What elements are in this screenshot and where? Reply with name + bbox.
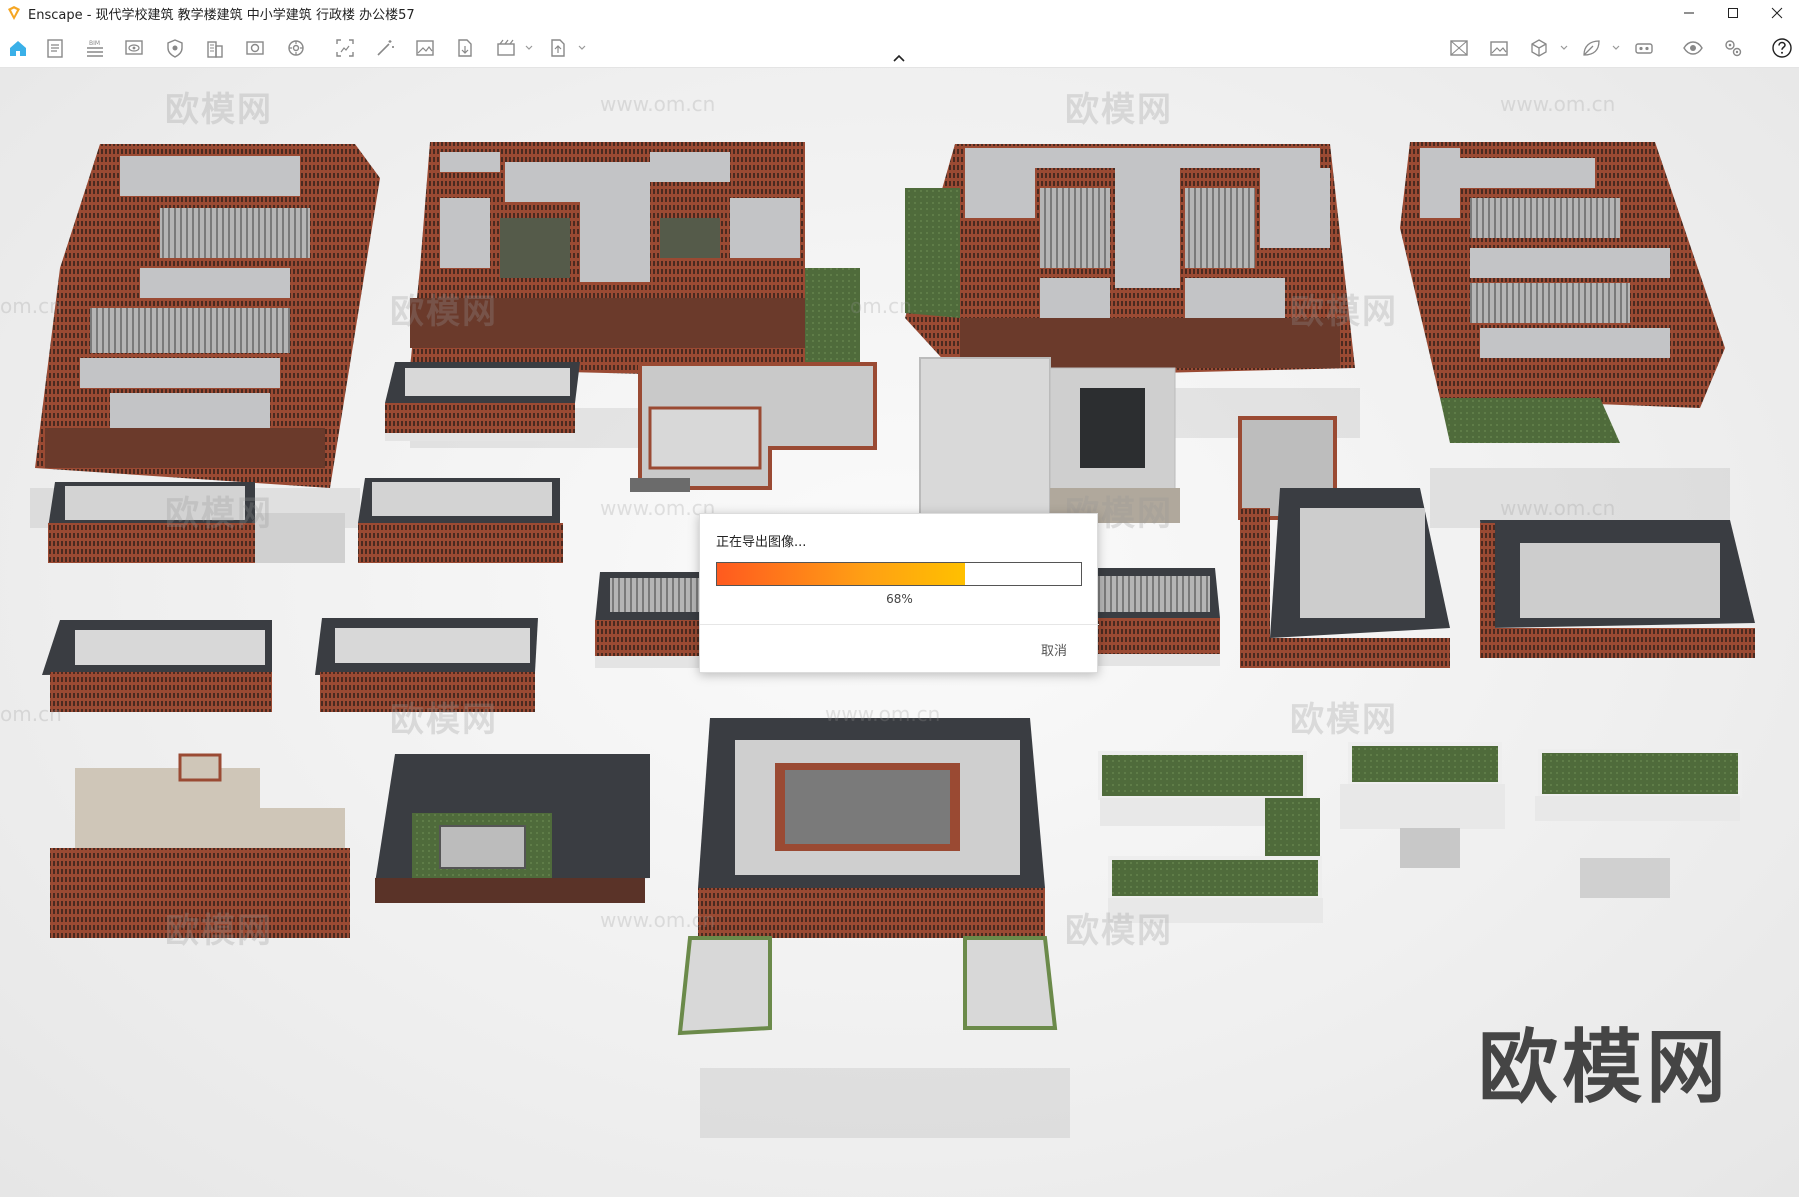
watermark-url-9: www.om.cn — [600, 908, 716, 932]
video-icon — [497, 39, 515, 56]
close-button[interactable] — [1755, 0, 1799, 26]
title-bar: Enscape - 现代学校建筑 教学楼建筑 中小学建筑 行政楼 办公楼57 — [0, 0, 1799, 26]
panorama-icon — [1450, 40, 1468, 56]
image-gallery-icon — [1490, 41, 1508, 56]
vr-button[interactable] — [1632, 36, 1656, 60]
dialog-title: 正在导出图像... — [716, 535, 807, 550]
watermark-logo-2: 欧模网 — [1065, 90, 1173, 130]
export-image-dialog: 正在导出图像... 68% 取消 — [699, 513, 1099, 673]
building-button[interactable] — [203, 36, 227, 60]
building-bottom-main-hall — [677, 718, 1058, 1036]
cube-icon — [1531, 39, 1547, 57]
watermark-logo-9: 欧模网 — [165, 911, 273, 951]
document-button[interactable] — [43, 36, 67, 60]
help-button[interactable] — [1770, 36, 1794, 60]
help-icon — [1772, 38, 1792, 58]
upload-file-button[interactable] — [546, 36, 570, 60]
watermark-logo-5: 欧模网 — [165, 494, 273, 534]
watermark-url-4: om.cn — [850, 294, 912, 318]
maximize-button[interactable] — [1711, 0, 1755, 26]
bim-label: BIM — [89, 40, 100, 47]
building-bottom-right-campus — [1098, 742, 1742, 923]
watermark-url-3: om.cn — [0, 294, 62, 318]
enscape-logo-icon — [8, 6, 20, 20]
visual-settings-button[interactable] — [1681, 36, 1705, 60]
screenshot-icon — [336, 39, 354, 57]
watermark-logo-8: 欧模网 — [1290, 700, 1398, 740]
material-dropdown-caret-icon[interactable] — [1611, 43, 1621, 53]
image-icon — [416, 40, 434, 56]
image-gallery-button[interactable] — [1487, 36, 1511, 60]
building-row2-lshape — [630, 362, 877, 492]
collapse-toolbar-chevron-up-icon[interactable] — [892, 53, 906, 63]
building-row2-small-1 — [385, 362, 580, 441]
magic-wand-button[interactable] — [373, 36, 397, 60]
enscape-window: Enscape - 现代学校建筑 教学楼建筑 中小学建筑 行政楼 办公楼57 B… — [0, 0, 1799, 1197]
cube-button[interactable] — [1527, 36, 1551, 60]
material-leaf-icon — [1583, 40, 1600, 56]
building-top-center-right — [905, 144, 1355, 378]
watermark-url-2: www.om.cn — [1500, 92, 1616, 116]
building-icon — [207, 41, 223, 58]
minimize-button[interactable] — [1667, 0, 1711, 26]
cancel-button[interactable]: 取消 — [1041, 640, 1067, 659]
bim-button[interactable]: BIM — [83, 36, 107, 60]
building-row3-left-2 — [358, 478, 563, 563]
building-row4-left-1 — [42, 620, 272, 712]
watermark-logo-4: 欧模网 — [1290, 292, 1398, 332]
minimize-icon — [1684, 12, 1694, 14]
export-progress-bar — [716, 562, 1082, 586]
settings-icon — [1725, 40, 1742, 57]
panorama-button[interactable] — [1447, 36, 1471, 60]
screenshot-button[interactable] — [333, 36, 357, 60]
home-icon — [10, 41, 26, 56]
upload-dropdown-caret-icon[interactable] — [577, 43, 587, 53]
watermark-url-7: om.cn — [0, 702, 62, 726]
watermark-url-1: www.om.cn — [600, 92, 716, 116]
export-file-icon — [458, 39, 472, 57]
building-row3-right — [1480, 520, 1755, 658]
building-row2-tall-right — [1238, 416, 1450, 668]
eye-icon — [1683, 41, 1703, 55]
home-button[interactable] — [6, 36, 30, 60]
material-button[interactable] — [1579, 36, 1603, 60]
shield-icon — [167, 39, 183, 58]
camera-icon — [246, 41, 264, 55]
building-bottom-courtyard — [375, 754, 650, 903]
monitor-view-button[interactable] — [122, 36, 146, 60]
camera-button[interactable] — [243, 36, 267, 60]
cube-dropdown-caret-icon[interactable] — [1559, 43, 1569, 53]
building-top-right — [1400, 142, 1725, 443]
render-settings-button[interactable] — [284, 36, 308, 60]
watermark-logo-10: 欧模网 — [1065, 911, 1173, 951]
eye-monitor-icon — [125, 40, 143, 55]
watermark-logo-7: 欧模网 — [390, 700, 498, 740]
upload-file-icon — [551, 39, 565, 57]
general-settings-button[interactable] — [1721, 36, 1745, 60]
building-top-center-left — [410, 142, 860, 378]
magic-wand-icon — [377, 40, 394, 56]
watermark-logo-3: 欧模网 — [390, 292, 498, 332]
image-button[interactable] — [413, 36, 437, 60]
export-progress-fill — [717, 563, 965, 585]
close-icon — [1771, 7, 1783, 19]
vr-headset-icon — [1635, 43, 1653, 54]
watermark-url-8: www.om.cn — [825, 702, 941, 726]
building-top-left — [35, 144, 380, 488]
window-title: Enscape - 现代学校建筑 教学楼建筑 中小学建筑 行政楼 办公楼57 — [28, 7, 415, 23]
watermark-logo-1: 欧模网 — [165, 90, 273, 130]
export-progress-label: 68% — [886, 592, 913, 606]
dialog-divider — [700, 624, 1099, 625]
video-button[interactable] — [494, 36, 518, 60]
watermark-url-6: www.om.cn — [1500, 496, 1616, 520]
document-icon — [47, 39, 63, 58]
watermark-logo-large: 欧模网 — [1478, 1021, 1730, 1114]
export-file-button[interactable] — [453, 36, 477, 60]
video-dropdown-caret-icon[interactable] — [524, 43, 534, 53]
window-controls — [1667, 0, 1799, 26]
shield-button[interactable] — [163, 36, 187, 60]
maximize-icon — [1728, 8, 1738, 18]
bim-icon: BIM — [87, 40, 103, 57]
settings-gear-icon — [288, 40, 304, 56]
